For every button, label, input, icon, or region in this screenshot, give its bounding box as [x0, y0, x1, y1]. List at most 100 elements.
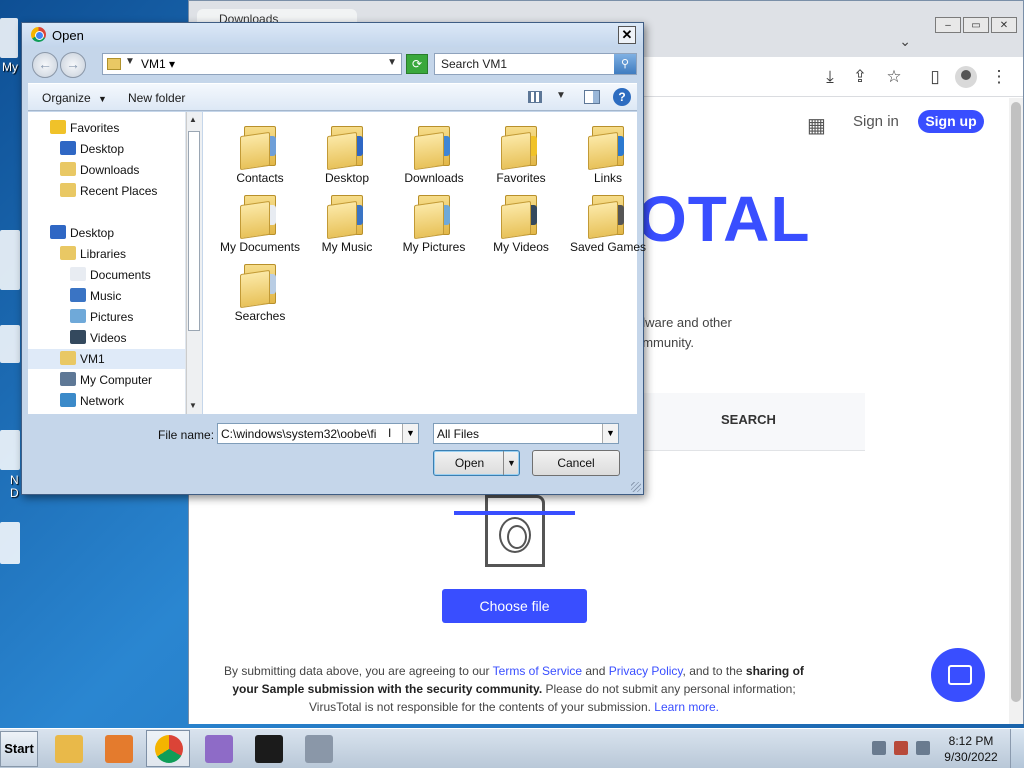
sidebar-item[interactable]: Libraries: [28, 244, 185, 264]
cancel-button[interactable]: Cancel: [532, 450, 620, 476]
share-icon[interactable]: ⇪: [849, 67, 871, 87]
taskbar-app-button[interactable]: [246, 730, 290, 767]
taskbar-app-button[interactable]: [96, 730, 140, 767]
address-history-dropdown-icon[interactable]: ▼: [387, 57, 397, 68]
forward-arrow-icon[interactable]: →: [60, 52, 86, 78]
scroll-down-icon[interactable]: ▼: [189, 401, 197, 410]
folder-label: Desktop: [324, 171, 370, 185]
dialog-titlebar[interactable]: Open ✕: [22, 23, 643, 47]
breadcrumb-location[interactable]: VM1: [141, 57, 166, 71]
media-player-icon: [105, 735, 133, 763]
page-scrollbar-thumb[interactable]: [1011, 102, 1021, 702]
resize-grip-icon[interactable]: [631, 482, 641, 492]
file-type-dropdown-icon[interactable]: ▼: [602, 424, 618, 443]
sidebar-item[interactable]: Favorites: [28, 118, 185, 138]
profile-icon[interactable]: [955, 66, 977, 88]
sidepanel-icon[interactable]: ▯: [924, 67, 946, 87]
open-options-dropdown-icon[interactable]: ▼: [503, 451, 519, 475]
desktop-shortcut-icon[interactable]: [0, 522, 20, 564]
sidebar-item[interactable]: VM1: [28, 349, 185, 369]
refresh-icon[interactable]: ⟳: [406, 54, 428, 74]
sidebar-item-label: Downloads: [80, 163, 140, 177]
desktop-shortcut-icon[interactable]: [0, 325, 20, 363]
sidebar-item[interactable]: Documents: [28, 265, 185, 285]
desktop-shortcut-icon[interactable]: [0, 430, 20, 470]
close-window-button[interactable]: ✕: [991, 17, 1017, 33]
system-tray: 8:12 PM 9/30/2022: [860, 729, 1024, 768]
taskbar-app-button[interactable]: [296, 730, 340, 767]
sidebar-item[interactable]: My Computer: [28, 370, 185, 390]
nav-pane-scrollbar-thumb[interactable]: [188, 131, 200, 331]
desktop-shortcut-icon[interactable]: [0, 230, 20, 290]
desktop-shortcut-icon[interactable]: [0, 18, 18, 58]
folder-item[interactable]: Searches: [217, 260, 303, 344]
dialog-close-button[interactable]: ✕: [618, 26, 636, 44]
sidebar-item[interactable]: Pictures: [28, 307, 185, 327]
taskbar-app-button[interactable]: [196, 730, 240, 767]
file-name-dropdown-icon[interactable]: ▼: [402, 424, 418, 443]
start-button[interactable]: Start: [0, 731, 38, 767]
clock[interactable]: 8:12 PM 9/30/2022: [936, 733, 1006, 765]
sidebar-item[interactable]: Recent Places: [28, 181, 185, 201]
action-center-icon[interactable]: [872, 741, 886, 755]
folder-icon: [414, 122, 454, 171]
clock-date: 9/30/2022: [944, 750, 998, 764]
organize-menu[interactable]: Organize ▼: [42, 91, 107, 105]
choose-file-button[interactable]: Choose file: [442, 589, 587, 623]
sidebar-item[interactable]: Desktop: [28, 139, 185, 159]
search-icon[interactable]: ⚲: [614, 54, 636, 74]
navigation-pane: Favorites Desktop Downloads Recent Places De…: [28, 112, 186, 414]
menu-icon[interactable]: ⋮: [988, 67, 1010, 87]
sidebar-item[interactable]: Videos: [28, 328, 185, 348]
folder-item[interactable]: My Videos: [478, 191, 564, 275]
sidebar-item[interactable]: Desktop: [28, 223, 185, 243]
folder-icon: [240, 260, 280, 309]
sidebar-item[interactable]: Network: [28, 391, 185, 411]
terms-link[interactable]: Terms of Service: [493, 664, 582, 678]
search-input[interactable]: Search VM1 ⚲: [434, 53, 637, 75]
chrome-icon: [155, 735, 183, 763]
sidebar-item-label: Libraries: [80, 247, 127, 261]
volume-icon[interactable]: [916, 741, 930, 755]
taskbar-app-button[interactable]: [46, 730, 90, 767]
tab-search-chevron-icon[interactable]: ⌄: [899, 33, 911, 50]
tagline-line: ommunity.: [635, 335, 694, 350]
maximize-button[interactable]: ▭: [963, 17, 989, 33]
privacy-link[interactable]: Privacy Policy: [609, 664, 683, 678]
file-name-value[interactable]: C:\windows\system32\oobe\fi: [221, 427, 386, 441]
file-name-input[interactable]: C:\windows\system32\oobe\fi I ▼: [217, 423, 419, 444]
help-icon[interactable]: ?: [613, 88, 631, 106]
taskbar-app-button[interactable]: [146, 730, 190, 767]
folder-item[interactable]: Saved Games: [565, 191, 651, 275]
scroll-up-icon[interactable]: ▲: [189, 115, 197, 124]
star-icon[interactable]: ☆: [883, 67, 905, 87]
file-type-select[interactable]: All Files ▼: [433, 423, 619, 444]
view-options-dropdown-icon[interactable]: ▼: [556, 90, 566, 101]
preview-pane-icon[interactable]: [584, 90, 600, 104]
address-bar[interactable]: ▼ VM1 ▾ ▼: [102, 53, 402, 75]
open-button[interactable]: Open ▼: [433, 450, 520, 476]
chevron-down-icon: ▼: [98, 94, 107, 104]
file-name-label: File name:: [158, 428, 215, 442]
back-arrow-icon[interactable]: ←: [32, 52, 58, 78]
new-folder-button[interactable]: New folder: [128, 91, 185, 105]
folder-item[interactable]: My Music: [304, 191, 390, 275]
learn-more-link[interactable]: Learn more.: [654, 700, 719, 714]
apps-grid-icon[interactable]: ▦: [807, 113, 826, 138]
folder-item[interactable]: My Pictures: [391, 191, 477, 275]
breadcrumb-chevron-icon[interactable]: ▾: [169, 57, 175, 71]
sign-up-button[interactable]: Sign up: [918, 110, 984, 133]
minimize-button[interactable]: ‒: [935, 17, 961, 33]
change-view-icon[interactable]: [528, 91, 542, 103]
chat-icon[interactable]: [931, 648, 985, 702]
music-icon: [70, 288, 86, 302]
sidebar-item[interactable]: Music: [28, 286, 185, 306]
show-desktop-button[interactable]: [1010, 729, 1024, 768]
breadcrumb-chevron-icon[interactable]: ▼: [125, 56, 135, 67]
star-icon: [50, 120, 66, 134]
tab-search[interactable]: SEARCH: [721, 412, 776, 427]
network-disconnected-icon[interactable]: [894, 741, 908, 755]
sign-in-link[interactable]: Sign in: [853, 113, 899, 130]
download-icon[interactable]: ⤓: [819, 67, 841, 87]
sidebar-item[interactable]: Downloads: [28, 160, 185, 180]
